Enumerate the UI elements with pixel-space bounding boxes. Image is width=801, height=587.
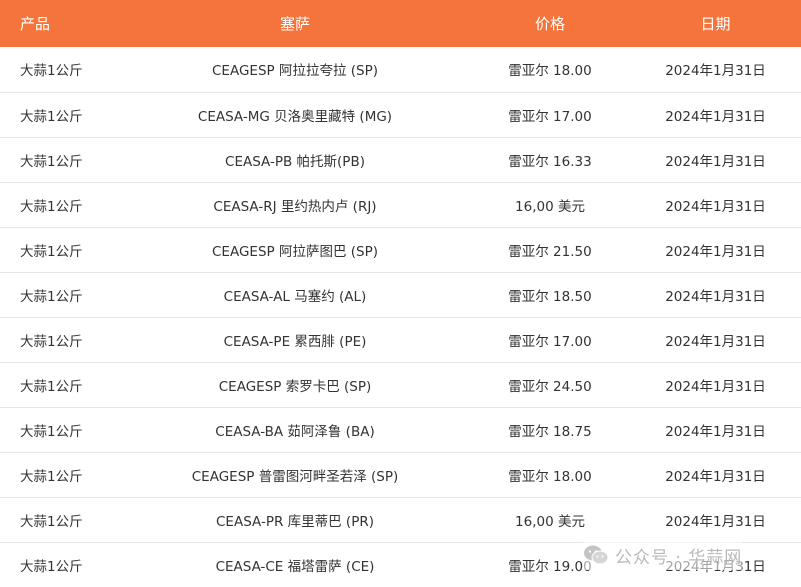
ceasa-cell: CEASA-CE 福塔雷萨 (CE) (120, 542, 470, 587)
watermark-text: 公众号 · 华蒜网 (615, 547, 743, 568)
table-row: 大蒜1公斤 CEAGESP 索罗卡巴 (SP) 雷亚尔 24.50 2024年1月31… (0, 362, 801, 408)
product-cell: 大蒜1公斤 (0, 497, 120, 543)
table-row: 大蒜1公斤 CEASA-PE 累西腓 (PE) 雷亚尔 17.00 2024年1月31… (0, 317, 801, 363)
product-cell: 大蒜1公斤 (0, 362, 120, 408)
date-cell: 2024年1月31日 (630, 452, 801, 498)
product-cell: 大蒜1公斤 (0, 272, 120, 318)
date-cell: 2024年1月31日 (630, 137, 801, 183)
table-row: 大蒜1公斤 CEASA-PB 帕托斯(PB) 雷亚尔 16.33 2024年1月31日 (0, 137, 801, 183)
date-cell: 2024年1月31日 (630, 317, 801, 363)
column-header-ceasa: 塞萨 (279, 15, 310, 33)
table-row: 大蒜1公斤 CEASA-PR 库里蒂巴 (PR) 16,00 美元 2024年1月31… (0, 497, 801, 543)
product-cell: 大蒜1公斤 (0, 452, 120, 498)
product-cell: 大蒜1公斤 (0, 47, 120, 93)
ceasa-cell: CEAGESP 阿拉拉夸拉 (SP) (120, 47, 470, 93)
page: 产品 塞萨 价格 日期 大蒜1公斤 CEAGESP 阿拉拉夸拉 (SP) 雷亚尔 1… (0, 0, 801, 587)
price-cell: 雷亚尔 18.00 (470, 47, 630, 93)
ceasa-cell: CEASA-BA 茹阿泽鲁 (BA) (120, 407, 470, 453)
price-cell: 雷亚尔 16.33 (470, 137, 630, 183)
date-cell: 2024年1月31日 (630, 272, 801, 318)
date-cell: 2024年1月31日 (630, 182, 801, 228)
table-row: 大蒜1公斤 CEASA-BA 茹阿泽鲁 (BA) 雷亚尔 18.75 2024年1月3… (0, 407, 801, 453)
table-row: 大蒜1公斤 CEAGESP 阿拉拉夸拉 (SP) 雷亚尔 18.00 2024年1月3… (0, 47, 801, 93)
date-cell: 2024年1月31日 (630, 497, 801, 543)
price-cell: 雷亚尔 21.50 (470, 227, 630, 273)
price-cell: 雷亚尔 24.50 (470, 362, 630, 408)
ceasa-cell: CEASA-PR 库里蒂巴 (PR) (120, 497, 470, 543)
column-header-price: 价格 (534, 15, 565, 33)
date-cell: 2024年1月31日 (630, 407, 801, 453)
table-row: 大蒜1公斤 CEASA-AL 马塞约 (AL) 雷亚尔 18.50 2024年1月31… (0, 272, 801, 318)
price-cell: 16,00 美元 (470, 497, 630, 543)
table-row: 大蒜1公斤 CEASA-RJ 里约热内卢 (RJ) 16,00 美元 2024年1月3… (0, 182, 801, 228)
table-row: 大蒜1公斤 CEAGESP 阿拉萨图巴 (SP) 雷亚尔 21.50 2024年1月3… (0, 227, 801, 273)
price-cell: 雷亚尔 18.00 (470, 452, 630, 498)
price-table: 产品 塞萨 价格 日期 大蒜1公斤 CEAGESP 阿拉拉夸拉 (SP) 雷亚尔 1… (0, 0, 801, 587)
table-header: 产品 塞萨 价格 日期 (0, 0, 801, 47)
column-header-product: 产品 (20, 15, 51, 33)
date-cell: 2024年1月31日 (630, 227, 801, 273)
column-header-date: 日期 (700, 15, 731, 33)
price-cell: 16,00 美元 (470, 182, 630, 228)
ceasa-cell: CEASA-RJ 里约热内卢 (RJ) (120, 182, 470, 228)
header-row: 产品 塞萨 价格 日期 (0, 0, 801, 47)
ceasa-cell: CEASA-PE 累西腓 (PE) (120, 317, 470, 363)
ceasa-cell: CEASA-MG 贝洛奥里藏特 (MG) (120, 92, 470, 138)
table-row: 大蒜1公斤 CEAGESP 普雷图河畔圣若泽 (SP) 雷亚尔 18.00 2024年… (0, 452, 801, 498)
table-body: 大蒜1公斤 CEAGESP 阿拉拉夸拉 (SP) 雷亚尔 18.00 2024年1月3… (0, 47, 801, 587)
product-cell: 大蒜1公斤 (0, 92, 120, 138)
date-cell: 2024年1月31日 (630, 47, 801, 93)
product-cell: 大蒜1公斤 (0, 227, 120, 273)
price-cell: 雷亚尔 18.75 (470, 407, 630, 453)
ceasa-cell: CEASA-PB 帕托斯(PB) (120, 137, 470, 183)
table-row: 大蒜1公斤 CEASA-MG 贝洛奥里藏特 (MG) 雷亚尔 17.00 2024年1… (0, 92, 801, 138)
product-cell: 大蒜1公斤 (0, 137, 120, 183)
price-cell: 雷亚尔 17.00 (470, 317, 630, 363)
watermark: 公众号 · 华蒜网 (583, 540, 743, 570)
ceasa-cell: CEASA-AL 马塞约 (AL) (120, 272, 470, 318)
product-cell: 大蒜1公斤 (0, 317, 120, 363)
price-cell: 雷亚尔 17.00 (470, 92, 630, 138)
price-cell: 雷亚尔 18.50 (470, 272, 630, 318)
date-cell: 2024年1月31日 (630, 362, 801, 408)
ceasa-cell: CEAGESP 索罗卡巴 (SP) (120, 362, 470, 408)
ceasa-cell: CEAGESP 普雷图河畔圣若泽 (SP) (120, 452, 470, 498)
product-cell: 大蒜1公斤 (0, 182, 120, 228)
ceasa-cell: CEAGESP 阿拉萨图巴 (SP) (120, 227, 470, 273)
product-cell: 大蒜1公斤 (0, 542, 120, 587)
date-cell: 2024年1月31日 (630, 92, 801, 138)
product-cell: 大蒜1公斤 (0, 407, 120, 453)
wechat-icon (584, 545, 609, 565)
